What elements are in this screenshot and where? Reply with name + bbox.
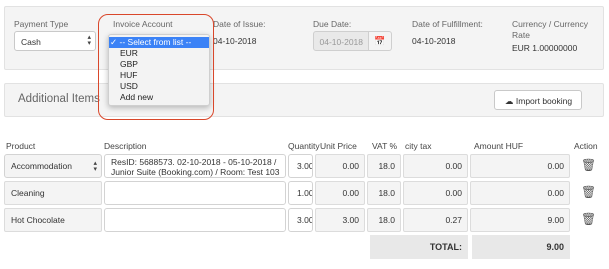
product-value: Accommodation <box>11 161 72 171</box>
additional-items-title: Additional Items <box>18 93 100 105</box>
select-arrows-icon: ▴ ▾ <box>93 160 97 173</box>
date-of-issue-value: 04-10-2018 <box>213 36 257 46</box>
quantity-input[interactable]: 1.00 <box>288 181 313 205</box>
unit-price-cell: 3.00 <box>315 208 365 232</box>
currency-label-line2: Rate <box>512 30 530 40</box>
quantity-input[interactable]: 3.00 <box>288 154 313 178</box>
select-arrows-icon: ▴ ▾ <box>87 34 91 47</box>
product-select[interactable]: Accommodation ▴ ▾ <box>4 154 102 178</box>
col-header-amount: Amount HUF <box>474 141 524 151</box>
city-tax-cell: 0.27 <box>403 208 468 232</box>
description-textarea[interactable] <box>104 181 286 205</box>
col-header-unit-price: Unit Price <box>320 141 357 151</box>
unit-price-cell: 0.00 <box>315 181 365 205</box>
date-of-fulfillment-value: 04-10-2018 <box>412 36 456 46</box>
description-line: ResID: 5688573. 02-10-2018 - 05-10-2018 … <box>111 157 277 167</box>
product-cell: Cleaning <box>4 181 102 205</box>
col-header-product: Product <box>6 141 36 151</box>
date-of-fulfillment-label: Date of Fulfillment: <box>412 19 483 29</box>
description-textarea[interactable]: ResID: 5688573. 02-10-2018 - 05-10-2018 … <box>104 154 286 178</box>
trash-icon[interactable]: 🗑 <box>581 158 596 172</box>
col-header-description: Description <box>104 141 147 151</box>
payment-type-value: Cash <box>21 37 41 47</box>
unit-price-cell: 0.00 <box>315 154 365 178</box>
amount-cell: 9.00 <box>470 208 570 232</box>
trash-icon[interactable]: 🗑 <box>581 185 596 199</box>
col-header-action: Action <box>574 141 598 151</box>
due-date-input[interactable]: 04-10-2018 <box>313 31 369 51</box>
total-label: TOTAL: <box>370 235 468 259</box>
trash-icon[interactable]: 🗑 <box>581 212 596 226</box>
due-date-label: Due Date: <box>313 19 352 29</box>
col-header-quantity: Quantity <box>288 141 320 151</box>
description-line: Junior Suite (Booking.com) / Room: Test … <box>111 167 280 177</box>
calendar-icon: 📅 <box>374 36 386 46</box>
payment-type-select[interactable]: Cash ▴ ▾ <box>14 31 96 51</box>
total-value: 9.00 <box>472 235 570 259</box>
quantity-input[interactable]: 3.00 <box>288 208 313 232</box>
amount-cell: 0.00 <box>470 154 570 178</box>
date-of-issue-label: Date of Issue: <box>213 19 266 29</box>
currency-label-line1: Currency / Currency <box>512 19 589 29</box>
col-header-city-tax: city tax <box>405 141 432 151</box>
calendar-button[interactable]: 📅 <box>369 31 392 51</box>
description-textarea[interactable] <box>104 208 286 232</box>
product-cell: Hot Chocolate <box>4 208 102 232</box>
currency-rate-value: EUR 1.00000000 <box>512 43 578 53</box>
payment-type-label: Payment Type <box>14 19 69 29</box>
highlight-callout <box>98 14 214 120</box>
import-booking-label: Import booking <box>515 96 573 106</box>
city-tax-cell: 0.00 <box>403 181 468 205</box>
amount-cell: 0.00 <box>470 181 570 205</box>
vat-cell: 18.0 <box>367 181 401 205</box>
cloud-upload-icon: ☁ <box>505 96 514 106</box>
import-booking-button[interactable]: ☁ Import booking <box>494 90 582 110</box>
vat-cell: 18.0 <box>367 208 401 232</box>
vat-cell: 18.0 <box>367 154 401 178</box>
city-tax-cell: 0.00 <box>403 154 468 178</box>
col-header-vat: VAT % <box>372 141 398 151</box>
